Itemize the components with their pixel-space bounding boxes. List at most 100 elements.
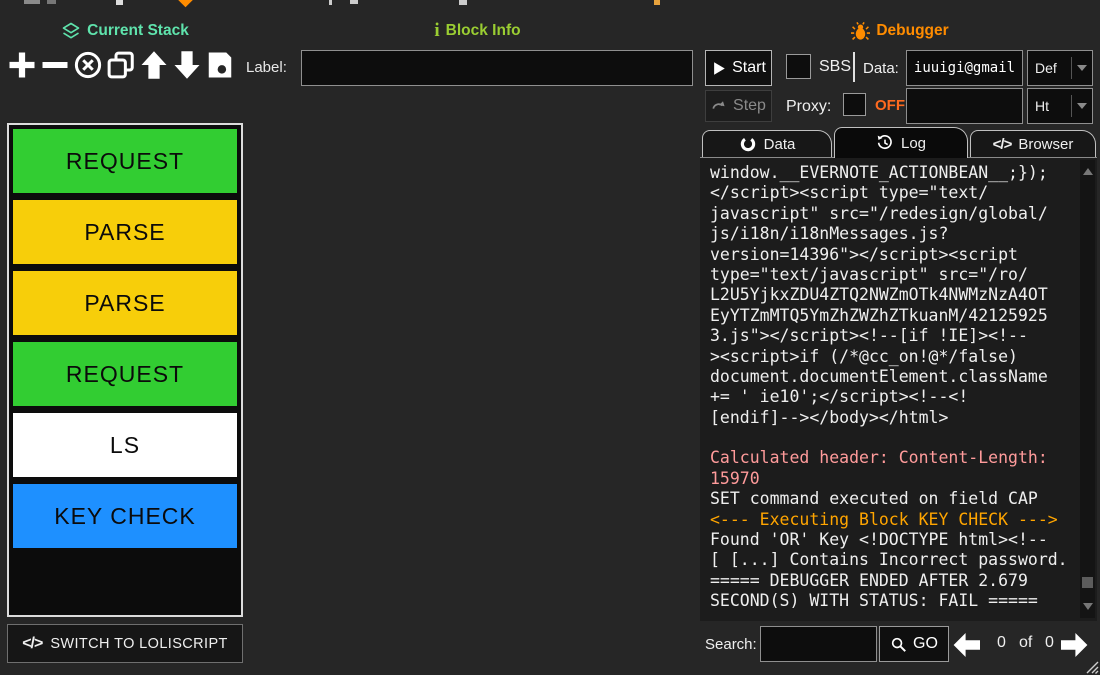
- clipped-toolbar-fragment: [329, 0, 332, 5]
- log-line: 3.js"></script><!--[if !IE]><!--: [710, 326, 1077, 346]
- move-block-up-button[interactable]: [138, 47, 169, 87]
- stack-block-key-check[interactable]: KEY CHECK: [12, 483, 238, 549]
- go-button-label: GO: [913, 635, 938, 653]
- chevron-down-icon: [1072, 103, 1092, 109]
- scroll-down-icon[interactable]: [1083, 603, 1093, 610]
- search-go-button[interactable]: GO: [879, 626, 949, 662]
- save-config-button[interactable]: [204, 47, 235, 87]
- stack-block-request[interactable]: REQUEST: [12, 341, 238, 407]
- switch-to-loliscript-button[interactable]: </> SWITCH TO LOLISCRIPT: [7, 624, 243, 663]
- log-line: version=14396"></script><script: [710, 245, 1077, 265]
- next-match-button[interactable]: [1055, 629, 1091, 660]
- proxy-caption: Proxy:: [786, 98, 831, 116]
- stack-block-ls[interactable]: LS: [12, 412, 238, 478]
- debugger-log-panel: window.__EVERNOTE_ACTIONBEAN__;});</scri…: [700, 157, 1097, 621]
- minus-icon: [40, 50, 70, 85]
- vertical-divider: [853, 52, 855, 82]
- wordlist-type-value: Def: [1028, 60, 1071, 76]
- proxy-input[interactable]: [906, 88, 1023, 124]
- wordlist-type-dropdown[interactable]: Def: [1027, 50, 1093, 86]
- stack-block-request[interactable]: REQUEST: [12, 128, 238, 194]
- log-line: ===== DEBUGGER ENDED AFTER 2.679: [710, 571, 1077, 591]
- tab-label: Data: [764, 136, 796, 153]
- log-line: SECOND(S) WITH STATUS: FAIL =====: [710, 591, 1077, 611]
- stack-block-parse[interactable]: PARSE: [12, 199, 238, 265]
- log-line: L2U5YjkxZDU4ZTQ2NWZmOTk4NWMzNzA4OT: [710, 285, 1077, 305]
- block-label-caption: Label:: [246, 59, 287, 76]
- log-line: window.__EVERNOTE_ACTIONBEAN__;});: [710, 163, 1077, 183]
- search-input[interactable]: [760, 626, 877, 662]
- switch-button-label: SWITCH TO LOLISCRIPT: [50, 636, 227, 652]
- log-line: [710, 428, 1077, 448]
- stack-blocks: REQUESTPARSEPARSEREQUESTLSKEY CHECK: [9, 125, 241, 557]
- tab-browser[interactable]: </>Browser: [970, 130, 1096, 157]
- proxy-type-dropdown[interactable]: Ht: [1027, 88, 1093, 124]
- log-scrollbar[interactable]: [1080, 160, 1095, 618]
- step-debugger-button[interactable]: Step: [705, 90, 772, 122]
- block-info-title: Block Info: [446, 22, 521, 40]
- layers-icon: [61, 21, 81, 41]
- copy-icon: [106, 50, 136, 85]
- log-line: <--- Executing Block KEY CHECK --->: [710, 510, 1077, 530]
- debugger-header: Debugger: [700, 19, 1100, 43]
- arrow-down-icon: [172, 50, 202, 85]
- log-line: </script><script type="text/: [710, 183, 1077, 203]
- sbs-label: SBS: [819, 58, 851, 76]
- clipped-toolbar-fragment: [116, 0, 123, 5]
- data-input[interactable]: [906, 50, 1023, 86]
- search-caption: Search:: [705, 636, 757, 653]
- clear-stack-button[interactable]: [72, 47, 103, 87]
- proxy-checkbox[interactable]: [843, 93, 866, 116]
- current-stack-title: Current Stack: [87, 22, 189, 40]
- window-top-clipped-toolbar: [0, 0, 1100, 6]
- match-position: 0: [997, 634, 1006, 652]
- proxy-status-badge: OFF: [875, 97, 905, 114]
- arrow-up-icon: [139, 50, 169, 85]
- start-debugger-button[interactable]: Start: [705, 50, 772, 86]
- ring-icon: [739, 135, 757, 153]
- stack-block-parse[interactable]: PARSE: [12, 270, 238, 336]
- proxy-type-value: Ht: [1028, 98, 1071, 114]
- log-line: js/i18n/i18nMessages.js?: [710, 224, 1077, 244]
- log-line: [ [...] Contains Incorrect password.: [710, 550, 1077, 570]
- log-line: document.documentElement.className: [710, 367, 1077, 387]
- move-block-down-button[interactable]: [171, 47, 202, 87]
- block-info-header: i Block Info: [250, 19, 705, 43]
- remove-block-button[interactable]: [39, 47, 70, 87]
- block-label-input[interactable]: [301, 50, 693, 86]
- add-block-button[interactable]: [6, 47, 37, 87]
- info-icon: i: [434, 22, 439, 40]
- plus-icon: [7, 50, 37, 85]
- start-button-label: Start: [732, 59, 766, 77]
- chevron-down-icon: [1072, 65, 1092, 71]
- scroll-up-icon[interactable]: [1083, 168, 1093, 175]
- code-icon: </>: [993, 136, 1012, 153]
- log-line: type="text/javascript" src="/ro/: [710, 265, 1077, 285]
- openbullet-stacker-window: Current Stack i Block Info Debugger Labe…: [0, 0, 1100, 675]
- stack-toolbar: [6, 47, 235, 87]
- clone-block-button[interactable]: [105, 47, 136, 87]
- debugger-tabbar: Data Log </>Browser: [700, 127, 1097, 157]
- log-line: [endif]--></body></html>: [710, 408, 1077, 428]
- sbs-checkbox[interactable]: [786, 54, 811, 79]
- resize-grip-icon[interactable]: [1086, 661, 1099, 674]
- log-line: Calculated header: Content-Length:: [710, 448, 1077, 468]
- search-icon: [890, 636, 907, 653]
- scrollbar-thumb[interactable]: [1082, 577, 1093, 588]
- clipped-toolbar-fragment: [350, 0, 358, 4]
- tab-data[interactable]: Data: [702, 130, 832, 157]
- log-line: ><script>if (/*@cc_on!@*/false): [710, 347, 1077, 367]
- step-button-label: Step: [733, 97, 766, 115]
- tab-log[interactable]: Log: [834, 127, 968, 158]
- debugger-log-text: window.__EVERNOTE_ACTIONBEAN__;});</scri…: [710, 163, 1077, 621]
- current-stack-header: Current Stack: [0, 19, 250, 43]
- previous-match-button[interactable]: [950, 629, 986, 660]
- step-icon: [711, 98, 727, 114]
- log-line: Found 'OR' Key <!DOCTYPE html><!--: [710, 530, 1077, 550]
- log-line: += ' ie10';</script><!--<!: [710, 387, 1077, 407]
- clipped-toolbar-fragment: [459, 0, 467, 5]
- clipped-toolbar-fragment: [47, 0, 56, 4]
- tab-label: Log: [901, 135, 926, 152]
- arrow-left-icon: [952, 633, 984, 657]
- match-total: 0: [1045, 634, 1054, 652]
